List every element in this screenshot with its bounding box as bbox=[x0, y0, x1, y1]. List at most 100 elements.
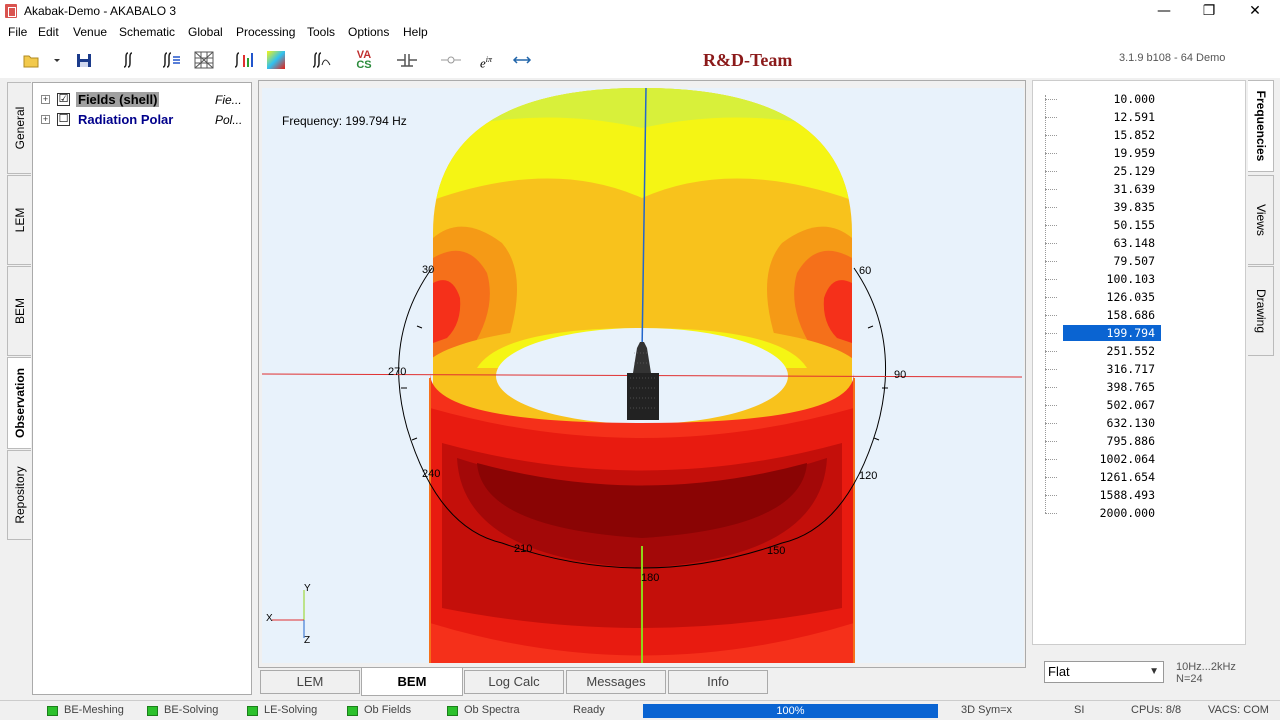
frequency-item[interactable]: 2000.000 bbox=[1063, 505, 1161, 521]
frequency-item[interactable]: 398.765 bbox=[1063, 379, 1161, 395]
frequency-item[interactable]: 1261.654 bbox=[1063, 469, 1161, 485]
status-be-solving: BE-Solving bbox=[164, 704, 219, 716]
component-icon[interactable] bbox=[396, 49, 418, 71]
dropdown-arrow-icon[interactable] bbox=[52, 49, 62, 71]
vacs-icon[interactable]: VA CS bbox=[352, 49, 376, 71]
tree-item-radiation-polar[interactable]: + ☐ Radiation Polar Pol... bbox=[33, 111, 251, 129]
window-title: Akabak-Demo - AKABALO 3 bbox=[24, 4, 177, 18]
tab-bottom-bem[interactable]: BEM bbox=[361, 668, 463, 696]
tree-guide-tick bbox=[1045, 189, 1057, 190]
frequency-item[interactable]: 632.130 bbox=[1063, 415, 1161, 431]
complex-exp-icon[interactable]: eiπ bbox=[474, 49, 498, 71]
tree-guide-tick bbox=[1045, 459, 1057, 460]
menu-options[interactable]: Options bbox=[348, 25, 389, 39]
menu-processing[interactable]: Processing bbox=[236, 25, 295, 39]
frequency-item[interactable]: 50.155 bbox=[1063, 217, 1161, 233]
scale-select[interactable]: Flat ▼ bbox=[1044, 661, 1164, 683]
minimize-button[interactable]: — bbox=[1141, 0, 1187, 22]
integral-icon[interactable] bbox=[118, 49, 136, 71]
save-icon[interactable] bbox=[75, 49, 93, 71]
tab-bem[interactable]: BEM bbox=[7, 266, 31, 356]
tree-item-desc: Pol... bbox=[215, 113, 243, 127]
expand-icon[interactable]: + bbox=[41, 115, 50, 124]
frequency-item[interactable]: 15.852 bbox=[1063, 127, 1161, 143]
color-map-icon[interactable] bbox=[265, 49, 287, 71]
tree-guide-tick bbox=[1045, 135, 1057, 136]
menu-edit[interactable]: Edit bbox=[38, 25, 59, 39]
mesh-icon[interactable] bbox=[193, 49, 215, 71]
tree-guide-tick bbox=[1045, 387, 1057, 388]
frequency-list[interactable]: 10.000 12.591 15.852 19.959 25.129 31.639 39.8… bbox=[1032, 80, 1246, 645]
menu-venue[interactable]: Venue bbox=[73, 25, 107, 39]
tab-bottom-info[interactable]: Info bbox=[668, 670, 768, 694]
tab-frequencies[interactable]: Frequencies bbox=[1248, 80, 1274, 172]
chevron-down-icon: ▼ bbox=[1149, 666, 1159, 677]
frequency-item[interactable]: 502.067 bbox=[1063, 397, 1161, 413]
frequency-item[interactable]: 100.103 bbox=[1063, 271, 1161, 287]
range-info: 10Hz...2kHz N=24 bbox=[1176, 661, 1236, 685]
integral-bars-icon[interactable] bbox=[232, 49, 254, 71]
tree-guide-tick bbox=[1045, 477, 1057, 478]
frequency-item[interactable]: 10.000 bbox=[1063, 91, 1161, 107]
tree-item-label[interactable]: Radiation Polar bbox=[76, 112, 175, 127]
menu-schematic[interactable]: Schematic bbox=[119, 25, 175, 39]
menu-file[interactable]: File bbox=[8, 25, 27, 39]
tab-repository[interactable]: Repository bbox=[7, 450, 31, 540]
observation-tree: + ☑ Fields (shell) Fie... + ☐ Radiation … bbox=[32, 82, 252, 695]
tab-bottom-log-calc[interactable]: Log Calc bbox=[464, 670, 564, 694]
close-button[interactable]: ✕ bbox=[1232, 0, 1278, 22]
tree-guide-tick bbox=[1045, 117, 1057, 118]
integral-curve-icon[interactable] bbox=[310, 49, 332, 71]
frequency-item[interactable]: 63.148 bbox=[1063, 235, 1161, 251]
polar-label-120: 120 bbox=[859, 470, 877, 482]
frequency-item[interactable]: 39.835 bbox=[1063, 199, 1161, 215]
tree-item-desc: Fie... bbox=[215, 93, 242, 107]
tab-views[interactable]: Views bbox=[1248, 175, 1274, 265]
frequency-item[interactable]: 126.035 bbox=[1063, 289, 1161, 305]
checkbox-radiation-polar[interactable]: ☐ bbox=[57, 113, 70, 126]
frequency-item[interactable]: 19.959 bbox=[1063, 145, 1161, 161]
frequency-item[interactable]: 199.794 bbox=[1062, 324, 1162, 342]
tree-item-label[interactable]: Fields (shell) bbox=[76, 92, 160, 107]
frequency-item[interactable]: 25.129 bbox=[1063, 163, 1161, 179]
field-plot[interactable]: 30 60 270 90 240 120 210 150 180 Y X Z bbox=[262, 88, 1024, 663]
status-symmetry: 3D Sym=x bbox=[961, 704, 1013, 716]
integral-list-icon[interactable] bbox=[160, 49, 182, 71]
tab-observation[interactable]: Observation bbox=[7, 357, 31, 449]
status-state: Ready bbox=[573, 704, 605, 716]
frequency-item[interactable]: 795.886 bbox=[1063, 433, 1161, 449]
checkbox-fields[interactable]: ☑ bbox=[57, 93, 70, 106]
polar-label-90: 90 bbox=[894, 369, 906, 381]
tree-item-fields[interactable]: + ☑ Fields (shell) Fie... bbox=[33, 91, 251, 109]
menu-tools[interactable]: Tools bbox=[307, 25, 335, 39]
progress-bar: 100% bbox=[643, 704, 938, 718]
maximize-button[interactable]: ❐ bbox=[1186, 0, 1232, 22]
field-viewport[interactable]: 30 60 270 90 240 120 210 150 180 Y X Z F… bbox=[262, 88, 1024, 663]
frequency-item[interactable]: 316.717 bbox=[1063, 361, 1161, 377]
tree-guide-tick bbox=[1045, 171, 1057, 172]
frequency-item[interactable]: 12.591 bbox=[1063, 109, 1161, 125]
frequency-item[interactable]: 158.686 bbox=[1063, 307, 1161, 323]
status-be-meshing: BE-Meshing bbox=[64, 704, 124, 716]
tab-bottom-lem[interactable]: LEM bbox=[260, 670, 360, 694]
frequency-item[interactable]: 79.507 bbox=[1063, 253, 1161, 269]
frequency-item[interactable]: 1588.493 bbox=[1063, 487, 1161, 503]
menu-global[interactable]: Global bbox=[188, 25, 223, 39]
node-icon[interactable] bbox=[440, 49, 462, 71]
swap-arrows-icon[interactable] bbox=[511, 49, 533, 71]
tab-lem[interactable]: LEM bbox=[7, 175, 31, 265]
status-led-icon bbox=[447, 706, 458, 716]
frequency-item[interactable]: 1002.064 bbox=[1063, 451, 1161, 467]
tab-drawing[interactable]: Drawing bbox=[1248, 266, 1274, 356]
menu-help[interactable]: Help bbox=[403, 25, 428, 39]
axis-x-label: X bbox=[266, 613, 273, 624]
status-cpus: CPUs: 8/8 bbox=[1131, 704, 1182, 716]
expand-icon[interactable]: + bbox=[41, 95, 50, 104]
open-folder-icon[interactable] bbox=[22, 49, 40, 71]
tab-bottom-messages[interactable]: Messages bbox=[566, 670, 666, 694]
frequency-item[interactable]: 31.639 bbox=[1063, 181, 1161, 197]
status-led-icon bbox=[47, 706, 58, 716]
tree-guide-tick bbox=[1045, 351, 1057, 352]
frequency-item[interactable]: 251.552 bbox=[1063, 343, 1161, 359]
tab-general[interactable]: General bbox=[7, 82, 31, 174]
